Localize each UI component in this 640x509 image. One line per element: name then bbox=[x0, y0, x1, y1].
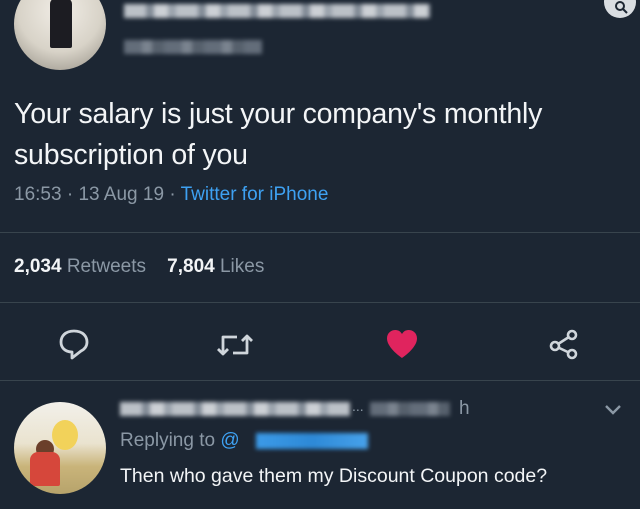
avatar-person-body bbox=[30, 452, 60, 486]
replying-to: Replying to @ bbox=[120, 430, 240, 452]
likes-label: Likes bbox=[219, 256, 265, 277]
reply-author-avatar[interactable] bbox=[14, 402, 106, 494]
reply-text: Then who gave them my Discount Coupon co… bbox=[120, 465, 548, 487]
author-handle-redacted[interactable] bbox=[124, 40, 262, 54]
reply-time-suffix: h bbox=[459, 398, 470, 419]
reply-display-name-redacted[interactable] bbox=[120, 402, 350, 416]
reply-name-dots: ... bbox=[352, 398, 364, 414]
meta-separator: · bbox=[66, 184, 74, 205]
author-display-name-redacted[interactable] bbox=[124, 4, 430, 18]
tweet-time: 16:53 bbox=[14, 184, 62, 205]
share-icon[interactable] bbox=[547, 328, 581, 360]
mention-at[interactable]: @ bbox=[220, 430, 239, 451]
divider bbox=[0, 232, 640, 233]
retweets-label: Retweets bbox=[66, 256, 147, 277]
engagement-counts: 2,034 Retweets 7,804 Likes bbox=[14, 256, 264, 278]
divider bbox=[0, 380, 640, 381]
author-avatar[interactable] bbox=[14, 0, 106, 70]
tweet-source-link[interactable]: Twitter for iPhone bbox=[181, 184, 329, 205]
avatar-balloon bbox=[52, 420, 78, 450]
retweets-stat[interactable]: 2,034 Retweets bbox=[14, 256, 146, 277]
search-icon[interactable] bbox=[604, 0, 636, 18]
retweets-count: 2,034 bbox=[14, 256, 62, 277]
reply-handle-redacted[interactable] bbox=[370, 402, 450, 416]
speech-bubble-icon[interactable] bbox=[57, 328, 91, 360]
divider bbox=[0, 302, 640, 303]
tweet-date: 13 Aug 19 bbox=[78, 184, 165, 205]
mention-handle-redacted[interactable] bbox=[256, 433, 368, 449]
heart-icon[interactable] bbox=[385, 328, 419, 360]
meta-separator: · bbox=[169, 184, 176, 205]
likes-stat[interactable]: 7,804 Likes bbox=[167, 256, 264, 277]
likes-count: 7,804 bbox=[167, 256, 215, 277]
replying-to-label: Replying to bbox=[120, 430, 216, 451]
chevron-down-icon[interactable] bbox=[604, 403, 622, 421]
tweet-meta: 16:53 · 13 Aug 19 · Twitter for iPhone bbox=[14, 184, 328, 206]
tweet-text: Your salary is just your company's month… bbox=[14, 98, 543, 171]
retweet-icon[interactable] bbox=[215, 330, 255, 360]
avatar-figure-body bbox=[50, 0, 72, 48]
